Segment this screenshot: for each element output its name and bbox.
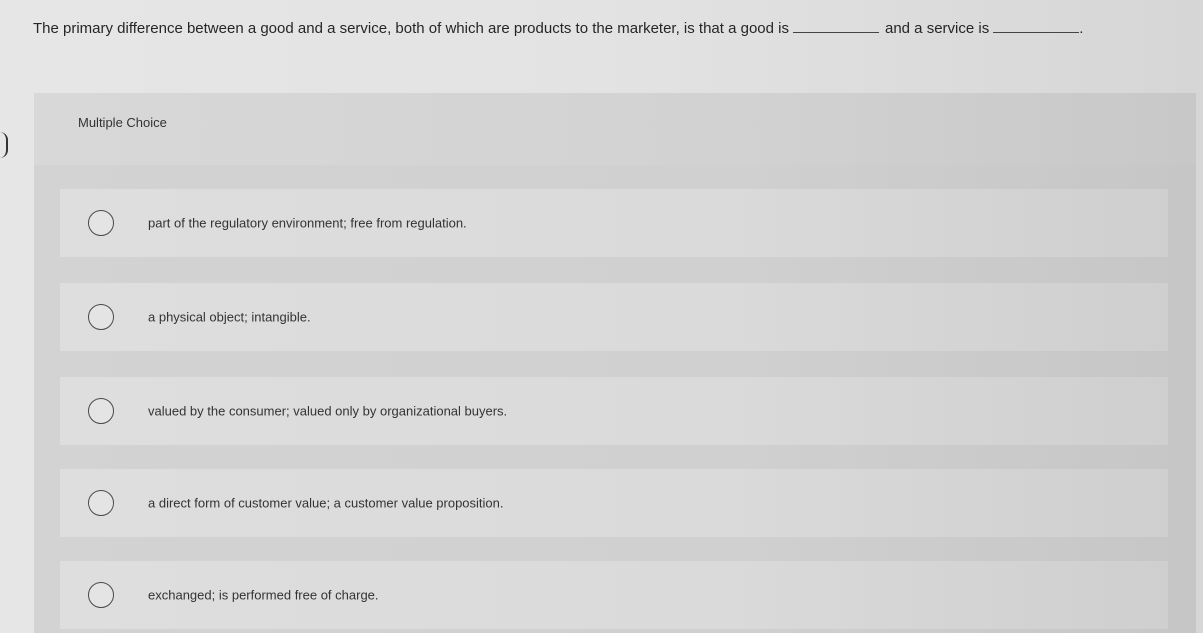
question-type-label: Multiple Choice [78,115,167,130]
answer-option-label: part of the regulatory environment; free… [148,215,467,231]
answer-option-2[interactable]: a physical object; intangible. [60,283,1168,351]
answer-option-label: a physical object; intangible. [148,309,311,325]
answer-option-5[interactable]: exchanged; is performed free of charge. [60,561,1168,629]
answer-blank-1 [792,20,879,33]
radio-button-icon[interactable] [88,398,114,424]
answer-option-1[interactable]: part of the regulatory environment; free… [60,189,1168,257]
edge-bracket-icon [0,132,8,158]
answer-option-4[interactable]: a direct form of customer value; a custo… [60,469,1168,537]
question-type-header [34,93,1196,165]
radio-button-icon[interactable] [88,304,114,330]
question-text: The primary difference between a good an… [33,20,1193,37]
question-part-2: and a service is [884,20,990,37]
radio-button-icon[interactable] [88,210,114,236]
radio-button-icon[interactable] [88,582,114,608]
answer-option-3[interactable]: valued by the consumer; valued only by o… [60,377,1168,445]
answer-blank-2 [993,20,1080,33]
question-panel: Multiple Choice part of the regulatory e… [34,93,1196,633]
question-part-3: . [1079,20,1084,37]
answer-option-label: a direct form of customer value; a custo… [148,495,504,511]
answer-option-label: valued by the consumer; valued only by o… [148,403,508,419]
answer-option-label: exchanged; is performed free of charge. [148,587,379,603]
radio-button-icon[interactable] [88,490,114,516]
question-part-1: The primary difference between a good an… [33,20,789,37]
